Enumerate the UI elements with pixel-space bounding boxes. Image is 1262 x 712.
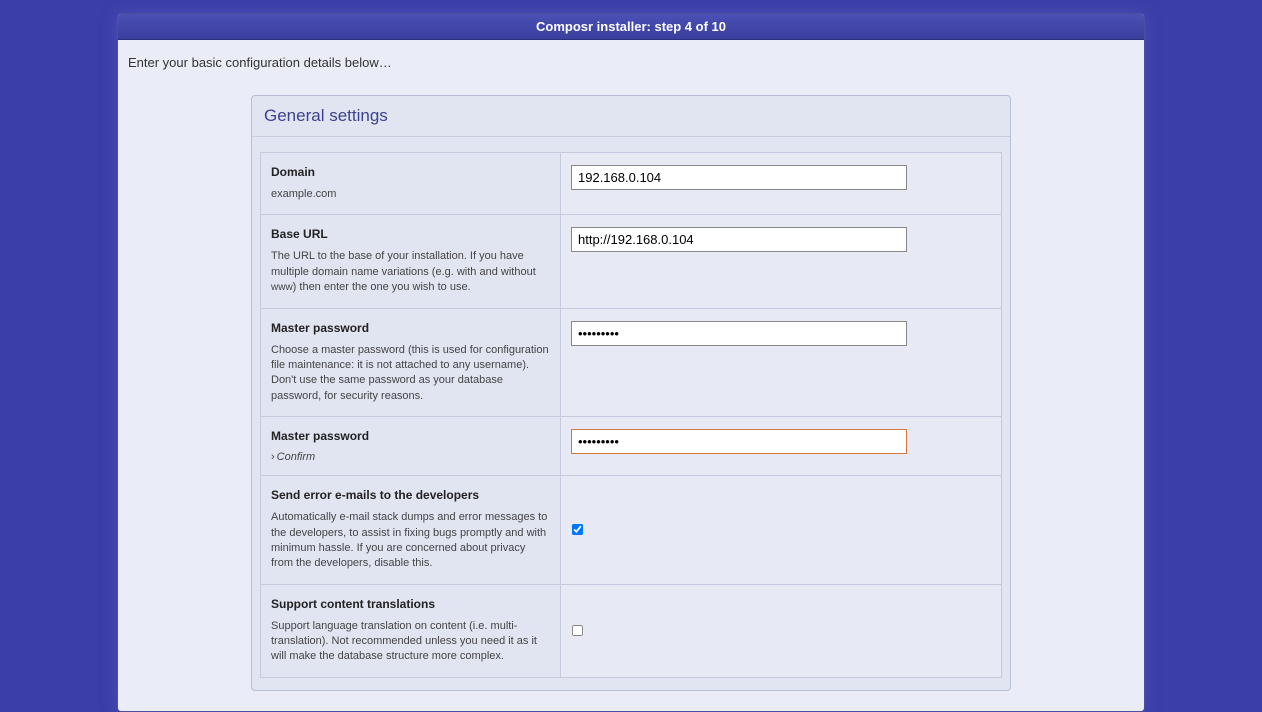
master-password-confirm-row: Master password ›Confirm [260,417,1002,476]
send-errors-description: Automatically e-mail stack dumps and err… [271,510,550,572]
confirm-sublabel: ›Confirm [271,451,550,463]
panel-spacer [252,678,1010,690]
support-translations-row: Support content translations Support lan… [260,585,1002,678]
master-password-label-cell: Master password Choose a master password… [260,309,560,418]
master-password-confirm-input-cell [560,417,1002,476]
master-password-confirm-label-cell: Master password ›Confirm [260,417,560,476]
master-password-input-cell [560,309,1002,418]
settings-form-table: Domain example.com Base URL The URL to t… [252,152,1010,678]
domain-label-cell: Domain example.com [260,152,560,215]
master-password-description: Choose a master password (this is used f… [271,343,550,405]
master-password-confirm-label: Master password [271,429,550,443]
domain-description: example.com [271,187,550,202]
base-url-input-cell [560,215,1002,308]
intro-text: Enter your basic configuration details b… [118,40,1144,95]
send-errors-row: Send error e-mails to the developers Aut… [260,476,1002,585]
domain-row: Domain example.com [260,152,1002,215]
send-errors-checkbox[interactable] [572,524,583,535]
support-translations-input-cell [560,585,1002,678]
base-url-input[interactable] [571,227,907,252]
support-translations-label-cell: Support content translations Support lan… [260,585,560,678]
panel-title: General settings [252,96,1010,137]
master-password-confirm-input[interactable] [571,429,907,454]
send-errors-label-cell: Send error e-mails to the developers Aut… [260,476,560,585]
page-title: Composr installer: step 4 of 10 [536,19,726,34]
general-settings-panel: General settings Domain example.com Base… [251,95,1011,691]
domain-input[interactable] [571,165,907,190]
header-bar: Composr installer: step 4 of 10 [118,14,1144,40]
base-url-row: Base URL The URL to the base of your ins… [260,215,1002,308]
master-password-label: Master password [271,321,550,335]
send-errors-label: Send error e-mails to the developers [271,488,550,502]
support-translations-checkbox[interactable] [572,625,583,636]
base-url-description: The URL to the base of your installation… [271,249,550,295]
support-translations-description: Support language translation on content … [271,619,550,665]
domain-input-cell [560,152,1002,215]
master-password-row: Master password Choose a master password… [260,309,1002,418]
chevron-right-icon: › [271,451,275,463]
master-password-input[interactable] [571,321,907,346]
installer-container: Composr installer: step 4 of 10 Enter yo… [117,13,1145,712]
base-url-label: Base URL [271,227,550,241]
domain-label: Domain [271,165,550,179]
support-translations-label: Support content translations [271,597,550,611]
base-url-label-cell: Base URL The URL to the base of your ins… [260,215,560,308]
send-errors-input-cell [560,476,1002,585]
